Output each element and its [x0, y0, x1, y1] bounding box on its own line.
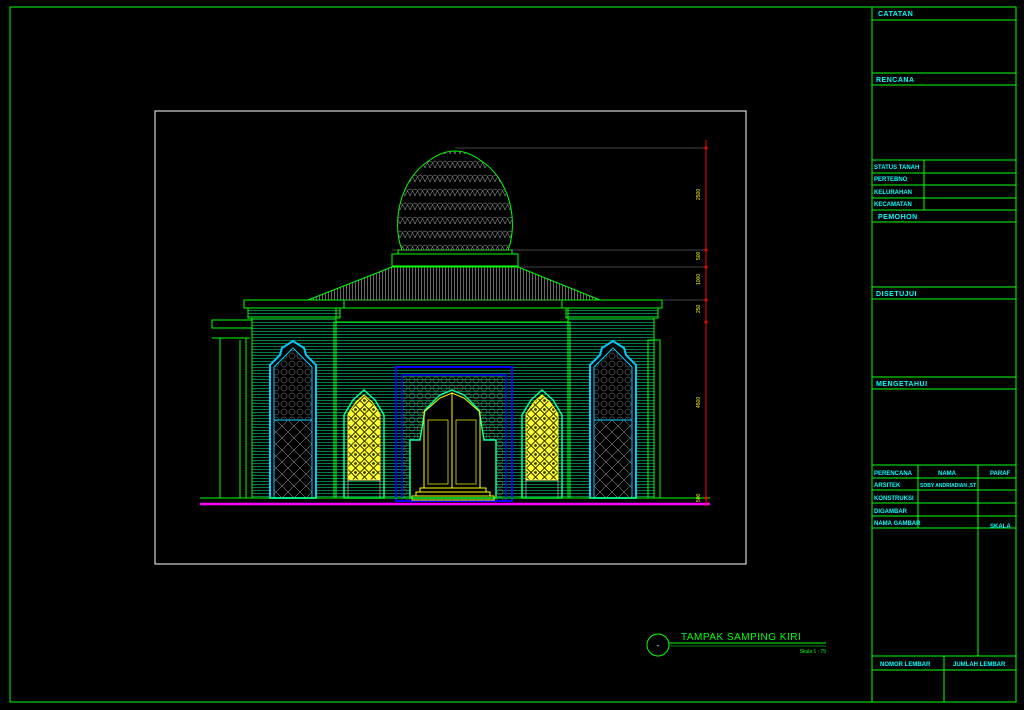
rencana-label: RENCANA	[876, 77, 915, 84]
digambar-label: DIGAMBAR	[874, 509, 908, 515]
cad-sheet: CATATAN RENCANA STATUS TANAH PERTEBNO KE…	[9, 6, 1017, 703]
status-tanah-label: STATUS TANAH	[874, 165, 919, 171]
dome-ring	[397, 249, 513, 255]
drawing-title: TAMPAK SAMPING KIRI	[681, 632, 801, 643]
dome	[397, 150, 513, 251]
right-cornice	[561, 299, 663, 309]
dim-roof: 1000	[696, 274, 702, 285]
left-arched-window	[269, 339, 317, 499]
dim-dome: 2500	[696, 189, 702, 200]
dim-wall: 4500	[696, 397, 702, 408]
dim-base: 500	[696, 493, 702, 502]
drawing-scale: Skala 1 : 75	[800, 649, 827, 655]
pertebno-label: PERTEBNO	[874, 177, 908, 183]
nama-gambar-label: NAMA GAMBAR	[874, 521, 921, 527]
roof	[307, 266, 601, 301]
jumlah-lembar-label: JUMLAH LEMBAR	[953, 662, 1006, 668]
view-marker-text: -	[657, 641, 660, 650]
right-arched-window	[589, 339, 637, 499]
dimension-chain: 2500 500 1000 250 4500 500	[696, 140, 708, 506]
nama-label: NAMA	[938, 471, 957, 477]
mosque-elevation: 2500 500 1000 250 4500 500	[200, 140, 710, 506]
kecamatan-label: KECAMATAN	[874, 202, 912, 208]
catatan-label: CATATAN	[878, 11, 913, 18]
paraf-label: PARAF	[990, 471, 1011, 477]
title-block: CATATAN RENCANA STATUS TANAH PERTEBNO KE…	[871, 7, 1016, 702]
arsitek-name: SOBY ANDRIADIAN ,ST	[920, 483, 976, 489]
pemohon-label: PEMOHON	[878, 214, 918, 221]
dim-cornice: 250	[696, 304, 702, 313]
dome-drum	[391, 253, 519, 267]
drawing-title-block: - TAMPAK SAMPING KIRI Skala 1 : 75	[646, 632, 827, 657]
mengetahui-label: MENGETAHUI	[876, 381, 928, 388]
nomor-lembar-label: NOMOR LEMBAR	[880, 662, 931, 668]
kelurahan-label: KELURAHAN	[874, 190, 912, 196]
perencana-label: PERENCANA	[874, 471, 913, 477]
dim-drum: 500	[696, 251, 702, 260]
disetujui-label: DISETUJUI	[876, 291, 917, 298]
left-cornice	[243, 299, 345, 309]
skala-label: SKALA	[990, 524, 1011, 530]
konstruksi-label: KONSTRUKSI	[874, 496, 914, 502]
arsitek-label: ARSITEK	[874, 483, 901, 489]
main-door	[395, 366, 513, 502]
